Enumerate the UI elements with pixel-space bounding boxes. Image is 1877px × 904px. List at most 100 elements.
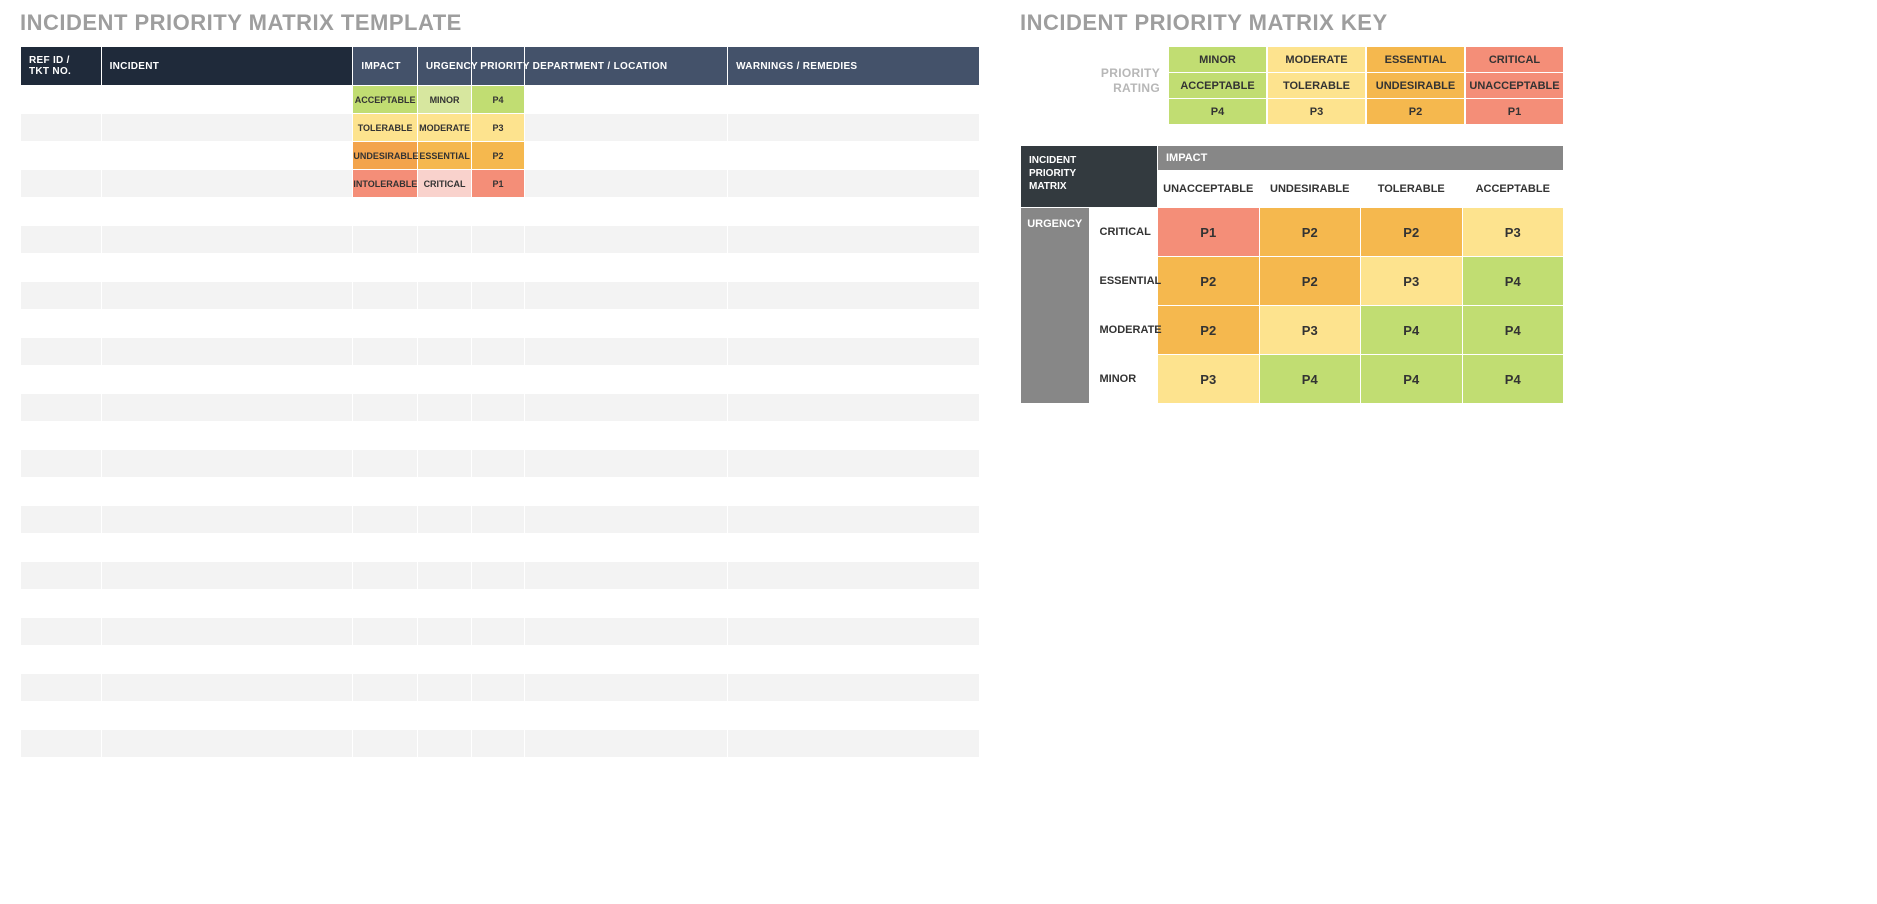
cell-blank[interactable] [472, 506, 524, 534]
cell-blank[interactable] [524, 562, 727, 590]
cell-blank[interactable] [353, 394, 417, 422]
cell-blank[interactable] [728, 674, 980, 702]
cell-blank[interactable] [417, 730, 471, 758]
cell-blank[interactable] [472, 254, 524, 282]
cell-blank[interactable] [472, 226, 524, 254]
cell-blank[interactable] [728, 198, 980, 226]
cell-blank[interactable] [728, 506, 980, 534]
cell-blank[interactable] [417, 478, 471, 506]
cell-blank[interactable] [101, 758, 353, 786]
cell-blank[interactable] [101, 338, 353, 366]
cell-blank[interactable] [417, 562, 471, 590]
cell-blank[interactable] [472, 702, 524, 730]
cell-incident[interactable] [101, 142, 353, 170]
cell-blank[interactable] [417, 702, 471, 730]
cell-blank[interactable] [728, 338, 980, 366]
cell-blank[interactable] [353, 338, 417, 366]
cell-blank[interactable] [101, 282, 353, 310]
cell-blank[interactable] [417, 674, 471, 702]
cell-blank[interactable] [524, 534, 727, 562]
cell-blank[interactable] [472, 310, 524, 338]
cell-blank[interactable] [101, 534, 353, 562]
cell-incident[interactable] [101, 114, 353, 142]
cell-blank[interactable] [21, 450, 102, 478]
cell-blank[interactable] [353, 422, 417, 450]
cell-blank[interactable] [524, 450, 727, 478]
cell-blank[interactable] [21, 282, 102, 310]
cell-blank[interactable] [353, 758, 417, 786]
cell-blank[interactable] [353, 674, 417, 702]
cell-blank[interactable] [472, 590, 524, 618]
cell-blank[interactable] [472, 646, 524, 674]
cell-blank[interactable] [524, 758, 727, 786]
cell-blank[interactable] [524, 702, 727, 730]
cell-blank[interactable] [101, 254, 353, 282]
cell-blank[interactable] [101, 394, 353, 422]
cell-blank[interactable] [728, 310, 980, 338]
cell-blank[interactable] [417, 254, 471, 282]
cell-blank[interactable] [21, 618, 102, 646]
cell-blank[interactable] [21, 366, 102, 394]
cell-blank[interactable] [417, 506, 471, 534]
cell-blank[interactable] [21, 506, 102, 534]
cell-warn[interactable] [728, 86, 980, 114]
cell-blank[interactable] [21, 254, 102, 282]
cell-incident[interactable] [101, 170, 353, 198]
cell-blank[interactable] [728, 758, 980, 786]
cell-blank[interactable] [728, 702, 980, 730]
cell-impact[interactable]: TOLERABLE [353, 114, 417, 142]
cell-blank[interactable] [472, 450, 524, 478]
cell-blank[interactable] [21, 422, 102, 450]
cell-blank[interactable] [101, 730, 353, 758]
cell-blank[interactable] [417, 394, 471, 422]
cell-impact[interactable]: UNDESIRABLE [353, 142, 417, 170]
cell-blank[interactable] [21, 310, 102, 338]
cell-blank[interactable] [353, 450, 417, 478]
cell-blank[interactable] [728, 282, 980, 310]
cell-blank[interactable] [472, 366, 524, 394]
cell-blank[interactable] [21, 394, 102, 422]
cell-blank[interactable] [101, 366, 353, 394]
cell-dept[interactable] [524, 86, 727, 114]
cell-ref[interactable] [21, 142, 102, 170]
cell-blank[interactable] [472, 198, 524, 226]
cell-blank[interactable] [472, 674, 524, 702]
cell-blank[interactable] [417, 198, 471, 226]
cell-blank[interactable] [101, 702, 353, 730]
cell-blank[interactable] [101, 674, 353, 702]
cell-blank[interactable] [417, 758, 471, 786]
cell-blank[interactable] [353, 478, 417, 506]
cell-blank[interactable] [101, 450, 353, 478]
cell-warn[interactable] [728, 170, 980, 198]
cell-blank[interactable] [524, 674, 727, 702]
cell-blank[interactable] [353, 618, 417, 646]
cell-blank[interactable] [728, 730, 980, 758]
cell-blank[interactable] [417, 646, 471, 674]
cell-urgency[interactable]: MODERATE [417, 114, 471, 142]
cell-blank[interactable] [524, 226, 727, 254]
cell-priority[interactable]: P4 [472, 86, 524, 114]
cell-blank[interactable] [524, 366, 727, 394]
cell-blank[interactable] [21, 702, 102, 730]
cell-blank[interactable] [472, 562, 524, 590]
cell-blank[interactable] [728, 478, 980, 506]
cell-blank[interactable] [21, 730, 102, 758]
cell-warn[interactable] [728, 142, 980, 170]
cell-blank[interactable] [472, 534, 524, 562]
cell-blank[interactable] [101, 198, 353, 226]
cell-blank[interactable] [728, 618, 980, 646]
cell-blank[interactable] [472, 618, 524, 646]
cell-blank[interactable] [101, 310, 353, 338]
cell-dept[interactable] [524, 170, 727, 198]
cell-blank[interactable] [524, 282, 727, 310]
cell-blank[interactable] [472, 422, 524, 450]
cell-blank[interactable] [417, 422, 471, 450]
cell-blank[interactable] [101, 422, 353, 450]
cell-blank[interactable] [524, 254, 727, 282]
cell-impact[interactable]: INTOLERABLE [353, 170, 417, 198]
cell-blank[interactable] [728, 226, 980, 254]
cell-blank[interactable] [353, 702, 417, 730]
cell-blank[interactable] [353, 562, 417, 590]
cell-blank[interactable] [417, 310, 471, 338]
cell-blank[interactable] [21, 198, 102, 226]
